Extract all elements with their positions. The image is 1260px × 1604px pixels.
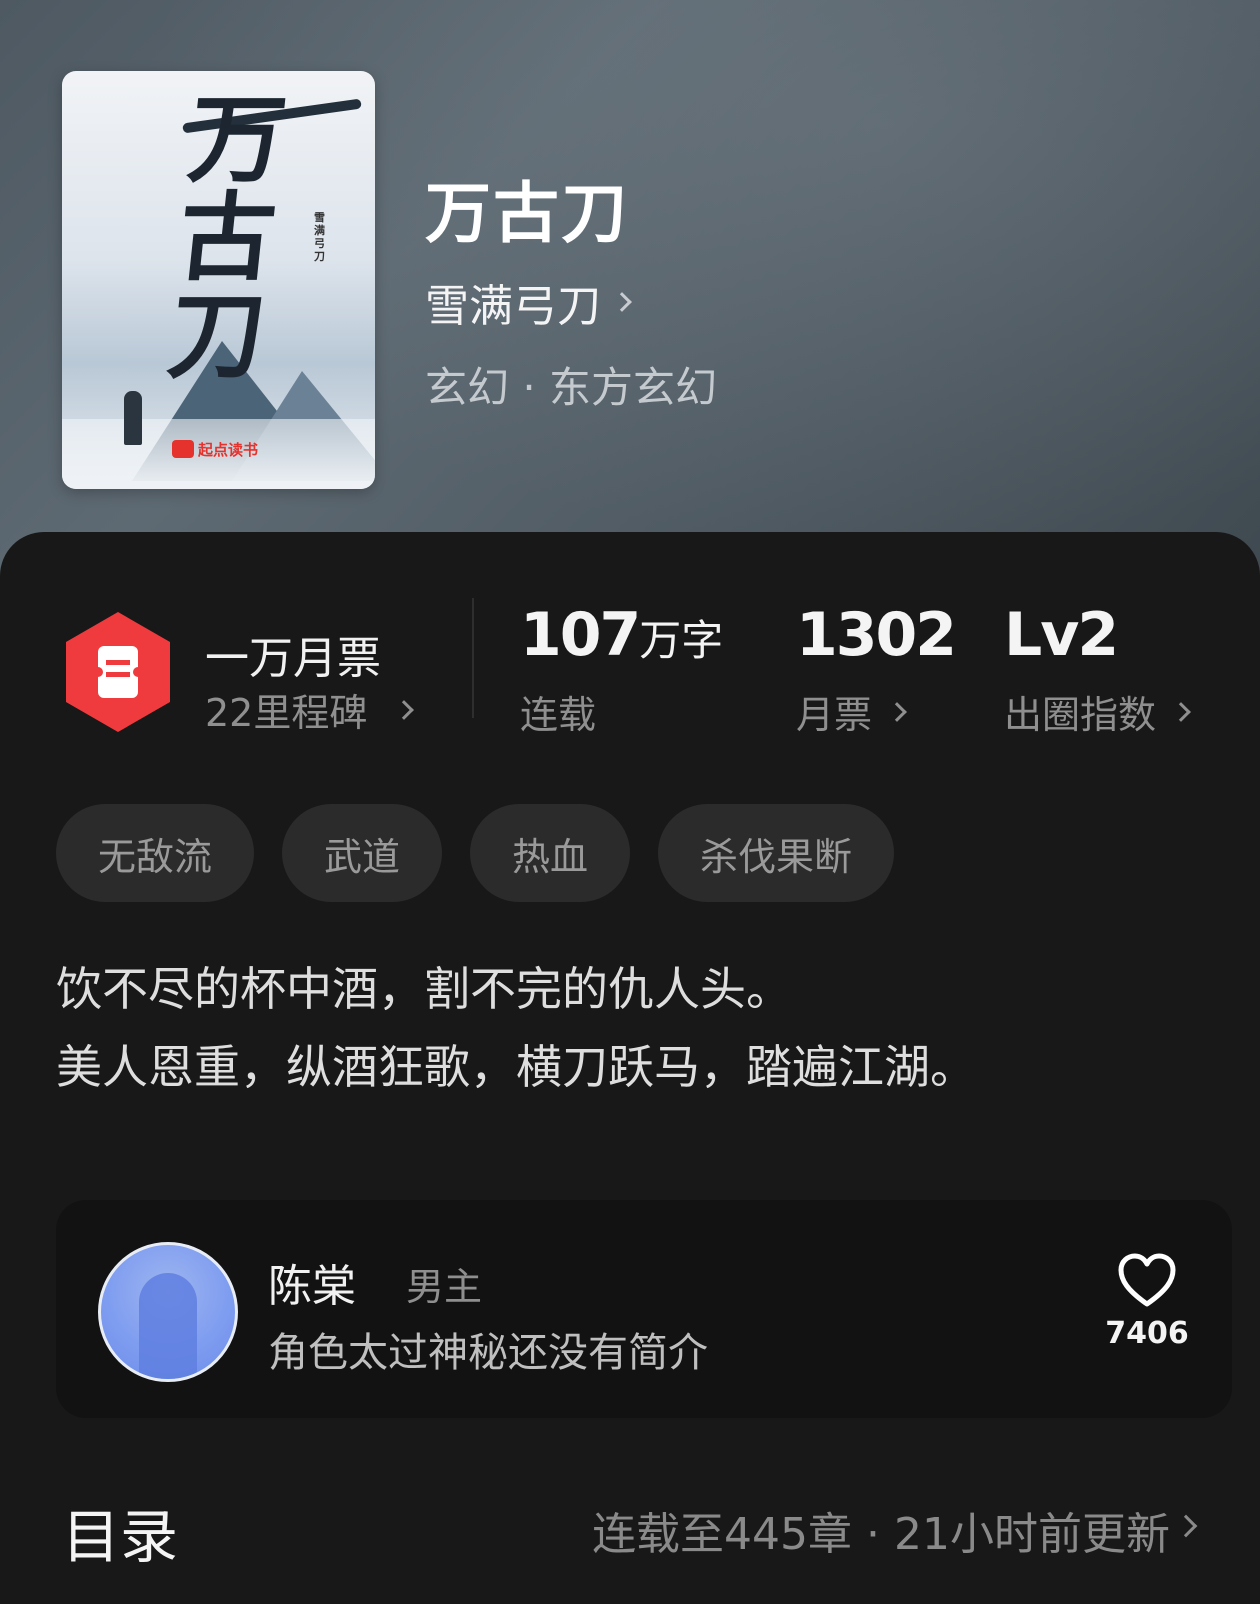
influence-index-stat[interactable]: Lv2 出圈指数 xyxy=(1004,600,1191,739)
book-detail-panel: 一万月票 22里程碑 107万字 连载 1302 月票 Lv2 出圈指数 无敌流… xyxy=(0,532,1260,1604)
chevron-right-icon xyxy=(612,292,632,312)
publisher-logo-icon xyxy=(172,440,194,458)
milestone-subtitle: 22里程碑 xyxy=(205,691,368,735)
word-count-label: 连载 xyxy=(520,693,597,737)
monthly-ticket-stat[interactable]: 1302 月票 xyxy=(796,600,957,739)
monthly-ticket-value: 1302 xyxy=(796,600,957,670)
book-genre: 玄幻 · 东方玄幻 xyxy=(425,363,718,412)
character-role: 男主 xyxy=(406,1265,483,1309)
monthly-ticket-badge-icon[interactable] xyxy=(62,610,174,734)
tag-chip[interactable]: 武道 xyxy=(282,804,443,902)
word-count-value: 107 xyxy=(520,600,641,670)
stats-divider xyxy=(472,598,474,718)
chevron-right-icon xyxy=(1171,701,1191,722)
chevron-right-icon xyxy=(394,699,415,720)
word-count-unit: 万字 xyxy=(639,616,724,665)
stats-row: 一万月票 22里程碑 107万字 连载 1302 月票 Lv2 出圈指数 xyxy=(0,532,1260,772)
monthly-ticket-label: 月票 xyxy=(796,693,873,737)
author-name: 雪满弓刀 xyxy=(425,281,601,332)
publisher-logo-text: 起点读书 xyxy=(198,440,259,459)
cover-publisher-logo: 起点读书 xyxy=(172,438,258,460)
tag-chip[interactable]: 无敌流 xyxy=(56,804,255,902)
toc-update-info[interactable]: 连载至445章 · 21小时前更新 xyxy=(592,1498,1170,1562)
milestone-link[interactable]: 22里程碑 xyxy=(205,682,415,737)
cover-vertical-author: 雪满弓刀 xyxy=(314,211,325,263)
tag-list: 无敌流 武道 热血 杀伐果断 xyxy=(56,804,895,902)
avatar-silhouette xyxy=(139,1273,197,1379)
influence-index-label: 出圈指数 xyxy=(1004,693,1157,737)
tag-chip[interactable]: 热血 xyxy=(470,804,631,902)
description-line: 饮不尽的杯中酒，割不完的仇人头。 xyxy=(56,962,792,1016)
tag-chip[interactable]: 杀伐果断 xyxy=(658,804,895,902)
character-card[interactable]: 陈棠 男主 角色太过神秘还没有简介 7406 xyxy=(56,1200,1232,1418)
character-avatar xyxy=(98,1242,238,1382)
influence-index-value: Lv2 xyxy=(1004,600,1119,670)
book-description[interactable]: 饮不尽的杯中酒，割不完的仇人头。 美人恩重，纵酒狂歌，横刀跃马，踏遍江湖。 xyxy=(56,950,1206,1106)
like-count: 7406 xyxy=(1105,1316,1189,1351)
heart-icon xyxy=(1118,1253,1176,1307)
character-name: 陈棠 xyxy=(268,1261,356,1312)
character-intro: 角色太过神秘还没有简介 xyxy=(268,1330,708,1376)
author-link[interactable]: 雪满弓刀 xyxy=(425,270,632,334)
milestone-title: 一万月票 xyxy=(205,633,381,684)
description-line: 美人恩重，纵酒狂歌，横刀跃马，踏遍江湖。 xyxy=(56,1040,976,1094)
book-title: 万古刀 xyxy=(425,174,629,252)
word-count-stat: 107万字 连载 xyxy=(520,600,723,739)
toc-title[interactable]: 目录 xyxy=(62,1490,178,1574)
cover-figure xyxy=(124,391,142,445)
book-cover[interactable]: 万古刀 雪满弓刀 起点读书 xyxy=(62,71,375,489)
chevron-right-icon xyxy=(887,701,907,722)
like-button[interactable]: 7406 xyxy=(1102,1252,1192,1351)
chevron-right-icon[interactable] xyxy=(1174,1514,1198,1538)
